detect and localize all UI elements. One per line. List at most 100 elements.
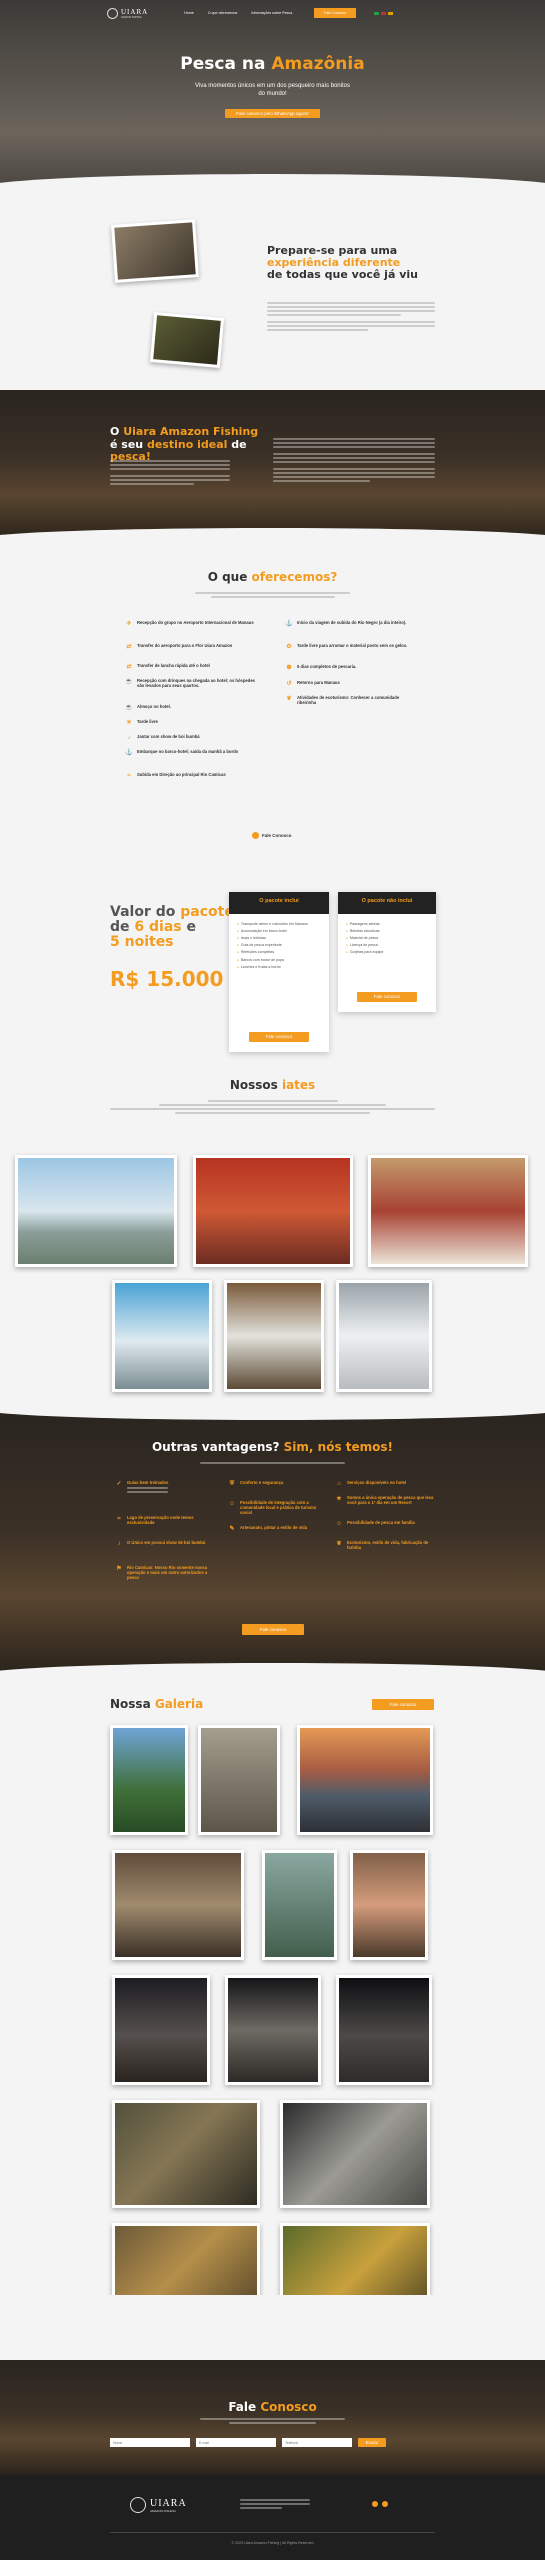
offer-item: ♪ Jantar com show de boi bumbá bbox=[125, 734, 255, 742]
gallery-photo[interactable] bbox=[262, 1850, 337, 1960]
photo-fish-caught bbox=[149, 312, 225, 368]
whatsapp-icon[interactable] bbox=[382, 2501, 388, 2507]
gallery-photo[interactable] bbox=[112, 2223, 260, 2295]
yacht-photo[interactable] bbox=[193, 1155, 353, 1267]
email-field[interactable] bbox=[196, 2438, 276, 2447]
offer-item: ✈ Recepção do grupo no Aeroporto Internac… bbox=[126, 620, 254, 627]
gallery-photo[interactable] bbox=[225, 1975, 321, 2085]
offer-section: O que oferecemos? ✈ Recepção do grupo no … bbox=[0, 540, 545, 870]
yacht-photo[interactable] bbox=[224, 1280, 324, 1392]
pricing-price: R$ 15.000 bbox=[110, 967, 224, 991]
card-button[interactable]: Fale conosco bbox=[249, 1032, 309, 1042]
advantage-item: ⚑ Rio Camicas: Nosso Rio somente nossa op… bbox=[116, 1565, 208, 1580]
photo-fish-jump bbox=[111, 219, 199, 283]
airport-icon: ✈ bbox=[126, 620, 132, 627]
hero-title: Pesca na Amazônia bbox=[180, 54, 365, 74]
offer-intro bbox=[195, 592, 350, 600]
show-icon: ♪ bbox=[127, 734, 131, 741]
offer-item: ☕ Recepção com drinques na chegada ao hot… bbox=[125, 678, 255, 688]
card-title: O pacote inclui bbox=[229, 892, 329, 914]
prepare-section: Prepare-se para uma experiência diferent… bbox=[0, 190, 545, 390]
hero-whatsapp-button[interactable]: Fale conosco pelo WhatsApp agora! bbox=[225, 109, 320, 118]
gallery-photo[interactable] bbox=[112, 1975, 210, 2085]
yacht-photo[interactable] bbox=[15, 1155, 177, 1267]
offer-contact-link[interactable]: Fale Conosco bbox=[252, 832, 292, 839]
trip-icon: ⚓ bbox=[285, 620, 293, 627]
advantage-item: ❦ Ecoturismo, estilo de vida, fabricação … bbox=[336, 1540, 429, 1550]
prepare-title: Prepare-se para uma experiência diferent… bbox=[267, 244, 418, 281]
name-field[interactable] bbox=[110, 2438, 190, 2447]
pricing-card-includes: O pacote inclui Transporte aéreo e rodov… bbox=[229, 892, 329, 1052]
language-flags[interactable] bbox=[374, 11, 394, 15]
about-wave bbox=[0, 528, 545, 540]
footer-address bbox=[240, 2499, 310, 2511]
return-icon: ↺ bbox=[286, 680, 292, 687]
yacht-photo[interactable] bbox=[112, 1280, 212, 1392]
family-icon: ☺ bbox=[335, 1520, 343, 1527]
advantage-item: ★ Somos a única operação de pesca que lev… bbox=[336, 1495, 434, 1505]
yachts-section: Nossos iates bbox=[0, 1060, 545, 1410]
nav-item-info[interactable]: Informações sobre Pesca bbox=[251, 11, 292, 15]
offer-item: ↺ Retorno para Manaus bbox=[286, 680, 340, 687]
offer-item: ❁ 5 dias completos de pescaria. bbox=[286, 664, 357, 671]
contact-title: Fale Conosco bbox=[228, 2400, 317, 2414]
leaf-icon: ❦ bbox=[286, 695, 292, 702]
nav-item-home[interactable]: Home bbox=[184, 11, 194, 15]
gallery-photo[interactable] bbox=[297, 1725, 433, 1835]
about-text-right bbox=[273, 438, 435, 484]
yachts-intro bbox=[110, 1100, 435, 1116]
flag-es-icon[interactable] bbox=[388, 11, 394, 15]
gallery-photo[interactable] bbox=[336, 1975, 432, 2085]
advantage-item: ✎ Artesanato, pintar a estilo de vida bbox=[229, 1525, 308, 1532]
phone-field[interactable] bbox=[282, 2438, 352, 2447]
gallery-button[interactable]: Fale conosco bbox=[372, 1699, 434, 1710]
footer-copyright: © 2023 Uiara Amazon Fishing | All Rights… bbox=[231, 2541, 314, 2545]
about-text-left bbox=[110, 460, 230, 487]
nav-cta-button[interactable]: Fale Conosco bbox=[314, 8, 357, 18]
advantage-item: ≈ Lago de preservação onde temos exclusiv… bbox=[115, 1515, 215, 1525]
hero-section: UIARA AMAZON FISHING Home O que oferecem… bbox=[0, 0, 545, 190]
gallery-photo[interactable] bbox=[280, 2223, 430, 2295]
boat-icon: ⇄ bbox=[126, 663, 132, 670]
advantages-section: Outras vantagens? Sim, nós temos! ✓ Guias… bbox=[0, 1410, 545, 1675]
contact-submit-button[interactable]: Enviar bbox=[358, 2438, 386, 2447]
card-title: O pacote não inclui bbox=[338, 892, 436, 914]
flag-br-icon[interactable] bbox=[374, 11, 380, 15]
offer-item: ≈ Subida em Direção ao principal Rio Cami… bbox=[125, 772, 255, 780]
pricing-title: Valor do pacote de 6 dias e 5 noites bbox=[110, 904, 234, 950]
advantages-title: Outras vantagens? Sim, nós temos! bbox=[151, 1440, 393, 1454]
instagram-icon[interactable] bbox=[372, 2501, 378, 2507]
gallery-photo[interactable] bbox=[112, 2100, 260, 2208]
card-button[interactable]: Fale conosco bbox=[357, 992, 417, 1002]
gallery-photo[interactable] bbox=[280, 2100, 430, 2208]
about-section: O Uiara Amazon Fishing é seu destino ide… bbox=[0, 390, 545, 540]
yacht-photo[interactable] bbox=[336, 1280, 432, 1392]
advantage-item: ⌂ Serviços disponíveis no hotel bbox=[335, 1480, 435, 1488]
nav-item-offer[interactable]: O que oferecemos bbox=[208, 11, 238, 15]
pricing-card-excludes: O pacote não inclui Passagens aéreas Beb… bbox=[338, 892, 436, 1012]
advantages-button[interactable]: Fale conosco bbox=[242, 1624, 304, 1635]
gear-icon: ⚙ bbox=[286, 643, 292, 650]
advantage-item: ⛨ Conforto e segurança bbox=[229, 1480, 284, 1487]
river-icon: ⚑ bbox=[116, 1565, 122, 1572]
footer-logo[interactable]: UIARA AMAZON FISHING bbox=[130, 2497, 187, 2513]
gallery-photo[interactable] bbox=[350, 1850, 428, 1960]
yacht-photo[interactable] bbox=[368, 1155, 528, 1267]
whatsapp-icon bbox=[252, 832, 259, 839]
drink-icon: ☕ bbox=[125, 678, 133, 685]
gallery-photo[interactable] bbox=[112, 1850, 244, 1960]
gallery-photo[interactable] bbox=[198, 1725, 280, 1835]
flag-us-icon[interactable] bbox=[381, 11, 387, 15]
fish-icon: ❁ bbox=[286, 664, 292, 671]
gallery-photo[interactable] bbox=[110, 1725, 188, 1835]
brand-icon bbox=[107, 7, 118, 19]
gallery-title: Nossa Galeria bbox=[110, 1697, 204, 1711]
offer-item: ☀ Tarde livre bbox=[126, 719, 158, 726]
hero-subtitle: Viva momentos únicos em um dos pesqueiro… bbox=[195, 83, 350, 97]
brand-logo[interactable]: UIARA AMAZON FISHING bbox=[107, 7, 148, 19]
advantage-item: ☺ Possibilidade de pesca em família bbox=[335, 1520, 415, 1527]
advantage-item: ✓ Guias bem treinados bbox=[115, 1480, 215, 1495]
offer-title: O que oferecemos? bbox=[207, 570, 338, 584]
bus-icon: ⇄ bbox=[126, 643, 132, 650]
advantages-intro bbox=[200, 1462, 345, 1466]
